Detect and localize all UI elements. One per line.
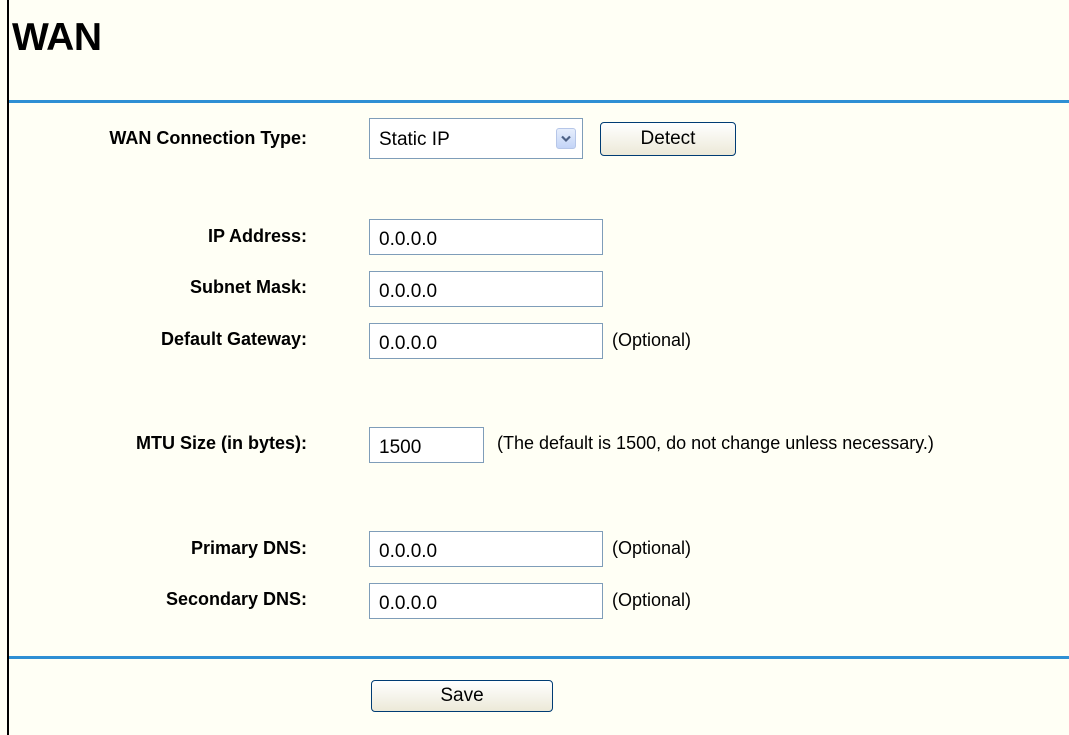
primary-dns-note: (Optional) <box>612 538 692 558</box>
mtu-size-input[interactable] <box>369 427 484 463</box>
bottom-divider <box>9 656 1069 659</box>
primary-dns-input[interactable] <box>369 531 603 567</box>
detect-button[interactable]: Detect <box>600 122 736 156</box>
secondary-dns-note: (Optional) <box>612 590 692 610</box>
wan-connection-type-value: Static IP <box>379 129 450 150</box>
wan-connection-type-select[interactable]: Static IP <box>369 118 583 159</box>
ip-address-input[interactable] <box>369 219 603 255</box>
mtu-size-label: MTU Size (in bytes): <box>135 433 307 453</box>
default-gateway-input[interactable] <box>369 323 603 359</box>
subnet-mask-input[interactable] <box>369 271 603 307</box>
ip-address-label: IP Address: <box>207 226 307 246</box>
page-title: WAN <box>12 16 102 59</box>
page-frame <box>7 0 1069 735</box>
mtu-size-note: (The default is 1500, do not change unle… <box>497 433 934 453</box>
top-divider <box>9 100 1069 103</box>
save-button[interactable]: Save <box>371 680 553 712</box>
secondary-dns-label: Secondary DNS: <box>165 589 307 609</box>
chevron-down-icon[interactable] <box>556 128 576 149</box>
primary-dns-label: Primary DNS: <box>190 538 307 558</box>
subnet-mask-label: Subnet Mask: <box>189 277 307 297</box>
default-gateway-label: Default Gateway: <box>160 329 307 349</box>
default-gateway-note: (Optional) <box>612 330 692 350</box>
wan-connection-type-label: WAN Connection Type: <box>109 128 307 148</box>
secondary-dns-input[interactable] <box>369 583 603 619</box>
